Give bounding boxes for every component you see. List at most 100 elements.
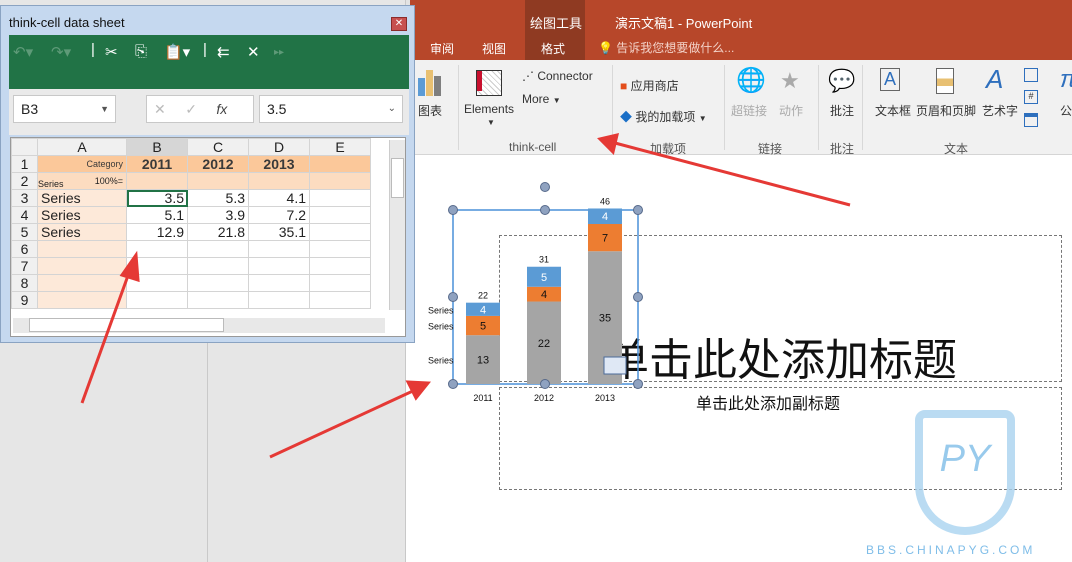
tab-view[interactable]: 视图 <box>482 40 506 57</box>
cell[interactable] <box>309 240 371 258</box>
cell[interactable] <box>248 240 310 258</box>
tab-format[interactable]: 格式 <box>541 40 565 57</box>
cell[interactable] <box>187 291 249 309</box>
horizontal-scrollbar[interactable] <box>13 318 385 333</box>
chart-button[interactable]: 图表 <box>418 102 442 119</box>
cancel-icon[interactable]: ✕ <box>154 101 166 117</box>
my-addins-button[interactable]: ◆ 我的加载项 ▼ <box>620 108 707 125</box>
check-icon[interactable]: ✓ <box>185 101 197 117</box>
cell[interactable] <box>309 189 371 207</box>
think-cell-chart[interactable]: 13 Series 5 Series 4 Series 22 2011 22 4 5 31 2012 35… <box>415 175 655 415</box>
more-icon[interactable]: ▸▸ <box>274 47 284 58</box>
row-header[interactable]: 7 <box>11 257 38 275</box>
cell[interactable] <box>126 172 188 190</box>
series-name-cell[interactable]: Series <box>37 189 127 207</box>
cell[interactable] <box>126 240 188 258</box>
category-cell[interactable]: 2011 <box>126 155 188 173</box>
value-cell[interactable]: 7.2 <box>248 206 310 224</box>
column-header[interactable]: D <box>248 138 310 156</box>
series-name-cell[interactable]: Series <box>37 206 127 224</box>
value-cell[interactable]: 5.1 <box>126 206 188 224</box>
cell[interactable] <box>309 274 371 292</box>
cell[interactable] <box>309 172 371 190</box>
resize-handle[interactable] <box>540 182 550 192</box>
wordart-button[interactable]: 艺术字 <box>982 102 1018 119</box>
column-header[interactable]: C <box>187 138 249 156</box>
row-header[interactable]: 9 <box>11 291 38 309</box>
formula-input[interactable]: 3.5 ⌄ <box>259 95 403 123</box>
redo-icon[interactable]: ↷▾ <box>51 43 71 61</box>
cell[interactable] <box>187 240 249 258</box>
value-cell[interactable]: 4.1 <box>248 189 310 207</box>
cell[interactable] <box>309 223 371 241</box>
more-button[interactable]: More ▼ <box>522 92 561 106</box>
header-footer-button[interactable]: 页眉和页脚 <box>916 102 976 119</box>
insert-column-icon[interactable]: ⇇ <box>217 43 230 61</box>
resize-handle[interactable] <box>448 292 458 302</box>
value-cell[interactable]: 21.8 <box>187 223 249 241</box>
category-label-cell[interactable]: Category <box>37 155 127 173</box>
action-button[interactable]: 动作 <box>779 102 803 119</box>
resize-handle[interactable] <box>633 379 643 389</box>
cell[interactable] <box>309 257 371 275</box>
close-button[interactable]: ✕ <box>391 17 407 31</box>
resize-handle[interactable] <box>448 379 458 389</box>
resize-handle[interactable] <box>448 205 458 215</box>
cell[interactable] <box>248 257 310 275</box>
cell[interactable] <box>248 274 310 292</box>
cell[interactable] <box>37 291 127 309</box>
cut-icon[interactable]: ✂ <box>105 43 118 61</box>
cell[interactable] <box>309 291 371 309</box>
row-header[interactable]: 4 <box>11 206 38 224</box>
cell[interactable] <box>37 240 127 258</box>
hyperlink-button[interactable]: 超链接 <box>731 102 767 119</box>
tell-me-search[interactable]: 💡 告诉我您想要做什么... <box>598 39 734 56</box>
paste-icon[interactable]: 📋▾ <box>164 43 190 61</box>
resize-handle[interactable] <box>633 292 643 302</box>
resize-handle[interactable] <box>633 205 643 215</box>
cell[interactable] <box>309 206 371 224</box>
value-cell[interactable]: 5.3 <box>187 189 249 207</box>
datasheet-icon[interactable] <box>603 356 627 375</box>
vertical-scrollbar[interactable] <box>389 140 405 310</box>
cell[interactable] <box>187 172 249 190</box>
series-name-cell[interactable]: Series <box>37 223 127 241</box>
value-cell-selected[interactable]: 3.5 <box>126 189 188 207</box>
copy-icon[interactable]: ⎘ <box>135 43 147 60</box>
value-cell[interactable]: 35.1 <box>248 223 310 241</box>
delete-column-icon[interactable]: ✕ <box>247 43 260 61</box>
category-cell[interactable]: 2013 <box>248 155 310 173</box>
row-header[interactable]: 2 <box>11 172 38 190</box>
equation-button[interactable]: 公 <box>1060 102 1072 119</box>
cell[interactable] <box>187 257 249 275</box>
date-time-icon[interactable] <box>1024 68 1038 82</box>
cell[interactable] <box>248 291 310 309</box>
column-header[interactable]: B <box>126 138 188 156</box>
row-header[interactable]: 1 <box>11 155 38 173</box>
resize-handle[interactable] <box>540 205 550 215</box>
cell[interactable] <box>126 291 188 309</box>
slide-number-icon[interactable]: # <box>1024 90 1038 104</box>
column-header[interactable]: E <box>309 138 371 156</box>
elements-button[interactable]: Elements <box>464 102 514 116</box>
fx-icon[interactable]: fx <box>216 101 227 117</box>
value-cell[interactable]: 3.9 <box>187 206 249 224</box>
row-header[interactable]: 6 <box>11 240 38 258</box>
select-all[interactable] <box>11 138 38 156</box>
cell[interactable] <box>187 274 249 292</box>
row-header[interactable]: 8 <box>11 274 38 292</box>
scroll-thumb[interactable] <box>29 318 224 332</box>
cell[interactable] <box>37 257 127 275</box>
cell[interactable] <box>126 257 188 275</box>
cell[interactable] <box>37 274 127 292</box>
cell[interactable] <box>248 172 310 190</box>
connector-button[interactable]: ⋰ Connector <box>522 69 593 83</box>
row-header[interactable]: 5 <box>11 223 38 241</box>
comment-button[interactable]: 批注 <box>830 102 854 119</box>
scroll-thumb[interactable] <box>391 158 404 198</box>
row-header[interactable]: 3 <box>11 189 38 207</box>
name-box[interactable]: B3 ▼ <box>13 95 116 123</box>
value-cell[interactable]: 12.9 <box>126 223 188 241</box>
store-button[interactable]: ■ 应用商店 <box>620 77 679 94</box>
spreadsheet-grid[interactable]: ABCDE 1 Category 2011 2012 2013 2 100%= Series… <box>10 137 406 337</box>
